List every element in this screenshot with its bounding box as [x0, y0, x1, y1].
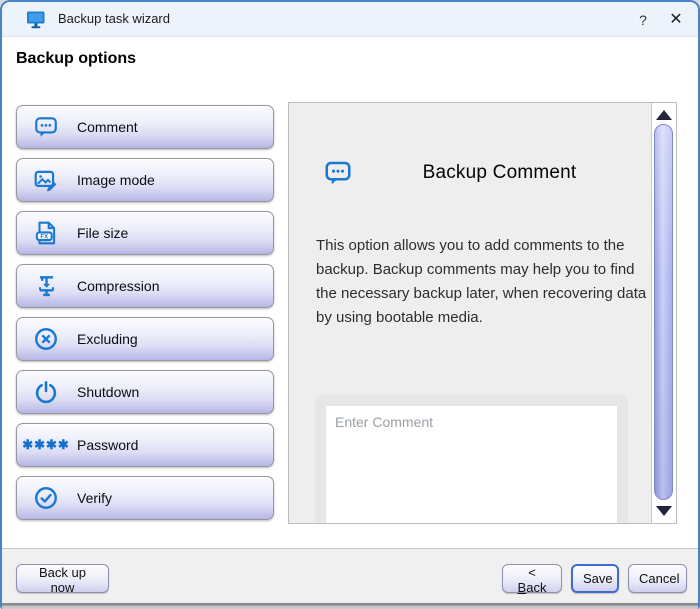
app-monitor-icon — [26, 9, 47, 30]
backup-task-wizard-window: Backup task wizard ? ✕ Backup options Co… — [0, 0, 700, 609]
scroll-up-icon[interactable] — [656, 110, 672, 120]
scroll-down-icon[interactable] — [656, 506, 672, 516]
file-size-icon: FX — [31, 218, 61, 248]
options-sidebar: Comment Image mode FX File size Compress… — [16, 105, 274, 520]
svg-text:FX: FX — [40, 234, 48, 240]
sidebar-item-shutdown[interactable]: Shutdown — [16, 370, 274, 414]
sidebar-item-verify[interactable]: Verify — [16, 476, 274, 520]
close-icon[interactable]: ✕ — [664, 9, 688, 31]
sidebar-item-comment[interactable]: Comment — [16, 105, 274, 149]
sidebar-item-compression[interactable]: Compression — [16, 264, 274, 308]
sidebar-item-label: File size — [77, 225, 129, 241]
comment-input[interactable] — [326, 406, 617, 523]
sidebar-item-label: Excluding — [77, 331, 138, 347]
comment-icon — [323, 158, 353, 188]
panel-header: Backup Comment — [323, 155, 646, 191]
sidebar-item-label: Password — [77, 437, 139, 453]
sidebar-item-label: Comment — [77, 119, 138, 135]
window-title: Backup task wizard — [58, 11, 170, 26]
page-title: Backup options — [16, 50, 137, 67]
scrollbar-thumb[interactable] — [654, 124, 673, 500]
sidebar-item-label: Image mode — [77, 172, 155, 188]
sidebar-item-file-size[interactable]: FX File size — [16, 211, 274, 255]
sidebar-item-label: Shutdown — [77, 384, 140, 400]
window-bottom-edge — [2, 603, 698, 609]
comment-icon — [31, 112, 61, 142]
verify-icon — [31, 483, 61, 513]
compression-icon — [31, 271, 61, 301]
option-detail-panel: Backup Comment This option allows you to… — [288, 102, 677, 524]
panel-description: This option allows you to add comments t… — [316, 237, 647, 326]
sidebar-item-excluding[interactable]: Excluding — [16, 317, 274, 361]
panel-title: Backup Comment — [422, 162, 577, 183]
footer-bar: Back up now < Back Save Cancel — [2, 548, 698, 603]
image-mode-icon — [31, 165, 61, 195]
sidebar-item-image-mode[interactable]: Image mode — [16, 158, 274, 202]
sidebar-item-password[interactable]: ✱✱✱✱ Password — [16, 423, 274, 467]
cancel-button[interactable]: Cancel — [628, 564, 687, 593]
shutdown-icon — [31, 377, 61, 407]
help-button[interactable]: ? — [632, 9, 654, 31]
vertical-scrollbar[interactable] — [651, 103, 676, 523]
backup-now-button[interactable]: Back up now — [16, 564, 109, 595]
footer-actions: < Back Save Cancel — [502, 564, 687, 595]
comment-input-frame — [315, 395, 628, 523]
back-button[interactable]: < Back — [502, 564, 562, 595]
save-button[interactable]: Save — [571, 564, 619, 593]
sidebar-item-label: Verify — [77, 490, 113, 506]
sidebar-item-label: Compression — [77, 278, 160, 294]
password-icon: ✱✱✱✱ — [22, 437, 70, 452]
titlebar: Backup task wizard ? ✕ — [2, 2, 698, 37]
excluding-icon — [31, 324, 61, 354]
